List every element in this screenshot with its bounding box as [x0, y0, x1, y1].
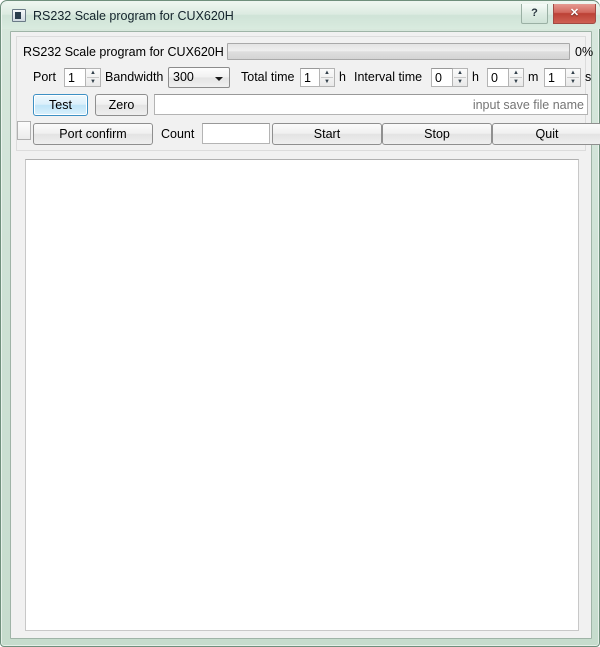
interval-minutes-input[interactable]	[487, 68, 509, 87]
interval-minutes-spinner-up-icon[interactable]: ▲	[509, 69, 523, 77]
interval-hours-spinner-up-icon[interactable]: ▲	[453, 69, 467, 77]
total-time-spinner[interactable]: ▲ ▼	[320, 68, 335, 87]
output-log-area[interactable]	[25, 159, 579, 631]
interval-minutes-spinner[interactable]: ▲ ▼	[509, 68, 524, 87]
interval-hours-unit-label: h	[472, 70, 479, 84]
progress-percent-label: 0%	[575, 45, 594, 59]
total-time-input[interactable]	[300, 68, 320, 87]
total-time-spinner-down-icon[interactable]: ▼	[320, 78, 334, 86]
interval-hours-spinner-down-icon[interactable]: ▼	[453, 78, 467, 86]
application-icon	[12, 9, 26, 22]
stop-button[interactable]: Stop	[382, 123, 492, 145]
bandwidth-label: Bandwidth	[105, 70, 164, 84]
actions-row: Test Zero	[17, 93, 588, 119]
total-time-unit-label: h	[339, 70, 346, 84]
title-bar: RS232 Scale program for CUX620H ? ✕	[2, 2, 600, 29]
test-button[interactable]: Test	[33, 94, 88, 116]
interval-seconds-spinner[interactable]: ▲ ▼	[566, 68, 581, 87]
total-time-spinner-up-icon[interactable]: ▲	[320, 69, 334, 77]
count-spinner[interactable]	[17, 121, 31, 140]
progress-bar	[227, 43, 570, 60]
settings-row: Port ▲ ▼ Bandwidth 300 Total time ▲ ▼ h	[17, 66, 591, 92]
interval-minutes-unit-label: m	[528, 70, 539, 84]
bandwidth-selected-value: 300	[173, 70, 194, 84]
port-spinner[interactable]: ▲ ▼	[86, 68, 101, 87]
interval-hours-spinner[interactable]: ▲ ▼	[453, 68, 468, 87]
total-time-label: Total time	[241, 70, 295, 84]
port-confirm-button[interactable]: Port confirm	[33, 123, 153, 145]
client-area: RS232 Scale program for CUX620H 0% Port …	[10, 31, 600, 639]
close-button[interactable]: ✕	[553, 4, 596, 24]
window-title: RS232 Scale program for CUX620H	[33, 9, 234, 23]
interval-time-label: Interval time	[354, 70, 423, 84]
start-button[interactable]: Start	[272, 123, 382, 145]
control-panel: RS232 Scale program for CUX620H 0% Port …	[16, 36, 600, 151]
help-button[interactable]: ?	[521, 4, 548, 24]
port-input[interactable]	[64, 68, 86, 87]
application-window: RS232 Scale program for CUX620H ? ✕ RS23…	[0, 0, 600, 647]
command-row: Port confirm Count Start Stop Quit	[17, 121, 600, 148]
count-input[interactable]	[202, 123, 270, 144]
interval-seconds-input[interactable]	[544, 68, 566, 87]
progress-label: RS232 Scale program for CUX620H	[23, 45, 224, 59]
port-label: Port	[33, 70, 56, 84]
port-spinner-down-icon[interactable]: ▼	[86, 78, 100, 86]
zero-button[interactable]: Zero	[95, 94, 148, 116]
port-spinner-up-icon[interactable]: ▲	[86, 69, 100, 77]
interval-hours-input[interactable]	[431, 68, 453, 87]
save-file-name-input[interactable]	[154, 94, 588, 115]
interval-seconds-unit-label: s	[585, 70, 592, 84]
interval-seconds-spinner-up-icon[interactable]: ▲	[566, 69, 580, 77]
bandwidth-select[interactable]: 300	[168, 67, 230, 88]
quit-button[interactable]: Quit	[492, 123, 600, 145]
interval-minutes-spinner-down-icon[interactable]: ▼	[509, 78, 523, 86]
chevron-down-icon	[215, 77, 223, 81]
output-log-text	[26, 160, 578, 166]
count-label: Count	[161, 127, 195, 141]
interval-seconds-spinner-down-icon[interactable]: ▼	[566, 78, 580, 86]
progress-row: RS232 Scale program for CUX620H 0%	[17, 42, 593, 64]
